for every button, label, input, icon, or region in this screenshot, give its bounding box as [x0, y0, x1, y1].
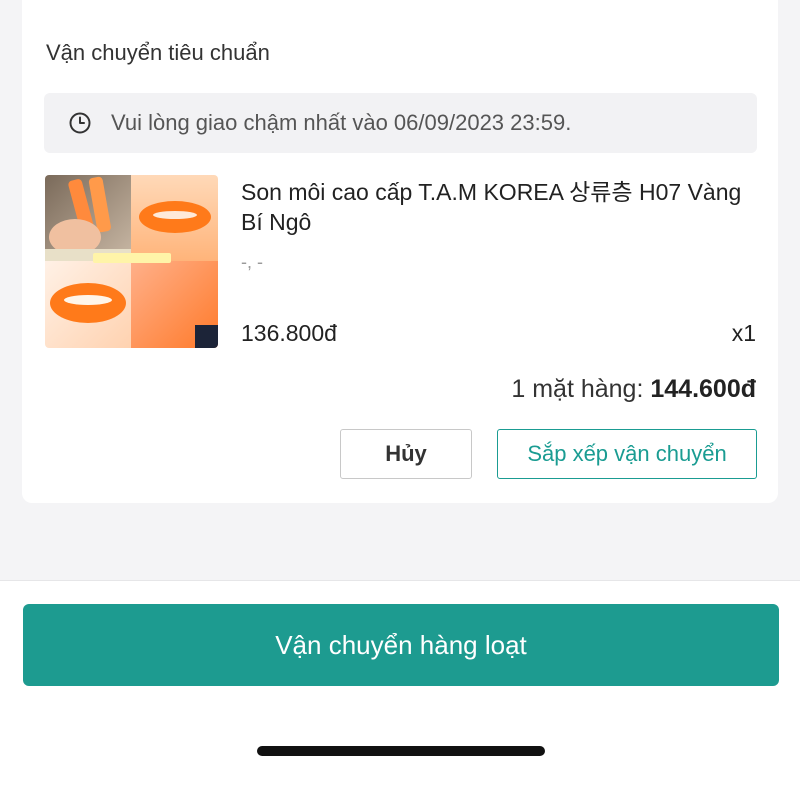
bottom-action-bar: Vận chuyển hàng loạt [0, 580, 800, 801]
home-indicator[interactable] [257, 746, 545, 756]
product-variant: -, - [241, 252, 263, 272]
product-name[interactable]: Son môi cao cấp T.A.M KOREA 상류층 H07 Vàng… [241, 177, 761, 237]
arrange-shipping-button[interactable]: Sắp xếp vận chuyển [497, 429, 757, 479]
clock-icon [69, 112, 91, 134]
cancel-button[interactable]: Hủy [340, 429, 472, 479]
summary-amount: 144.600đ [650, 375, 756, 403]
shipping-method-label: Vận chuyển tiêu chuẩn [46, 40, 270, 65]
order-card: Vận chuyển tiêu chuẩn Vui lòng giao chậm… [22, 0, 778, 503]
order-summary: 1 mặt hàng: 144.600đ [511, 375, 756, 404]
product-image[interactable] [45, 175, 218, 348]
deadline-notice: Vui lòng giao chậm nhất vào 06/09/2023 2… [44, 93, 757, 153]
product-quantity: x1 [731, 320, 756, 346]
product-price: 136.800đ [241, 320, 337, 346]
summary-label: 1 mặt hàng: [511, 375, 644, 403]
bulk-ship-button[interactable]: Vận chuyển hàng loạt [23, 604, 779, 686]
deadline-notice-text: Vui lòng giao chậm nhất vào 06/09/2023 2… [111, 110, 572, 135]
